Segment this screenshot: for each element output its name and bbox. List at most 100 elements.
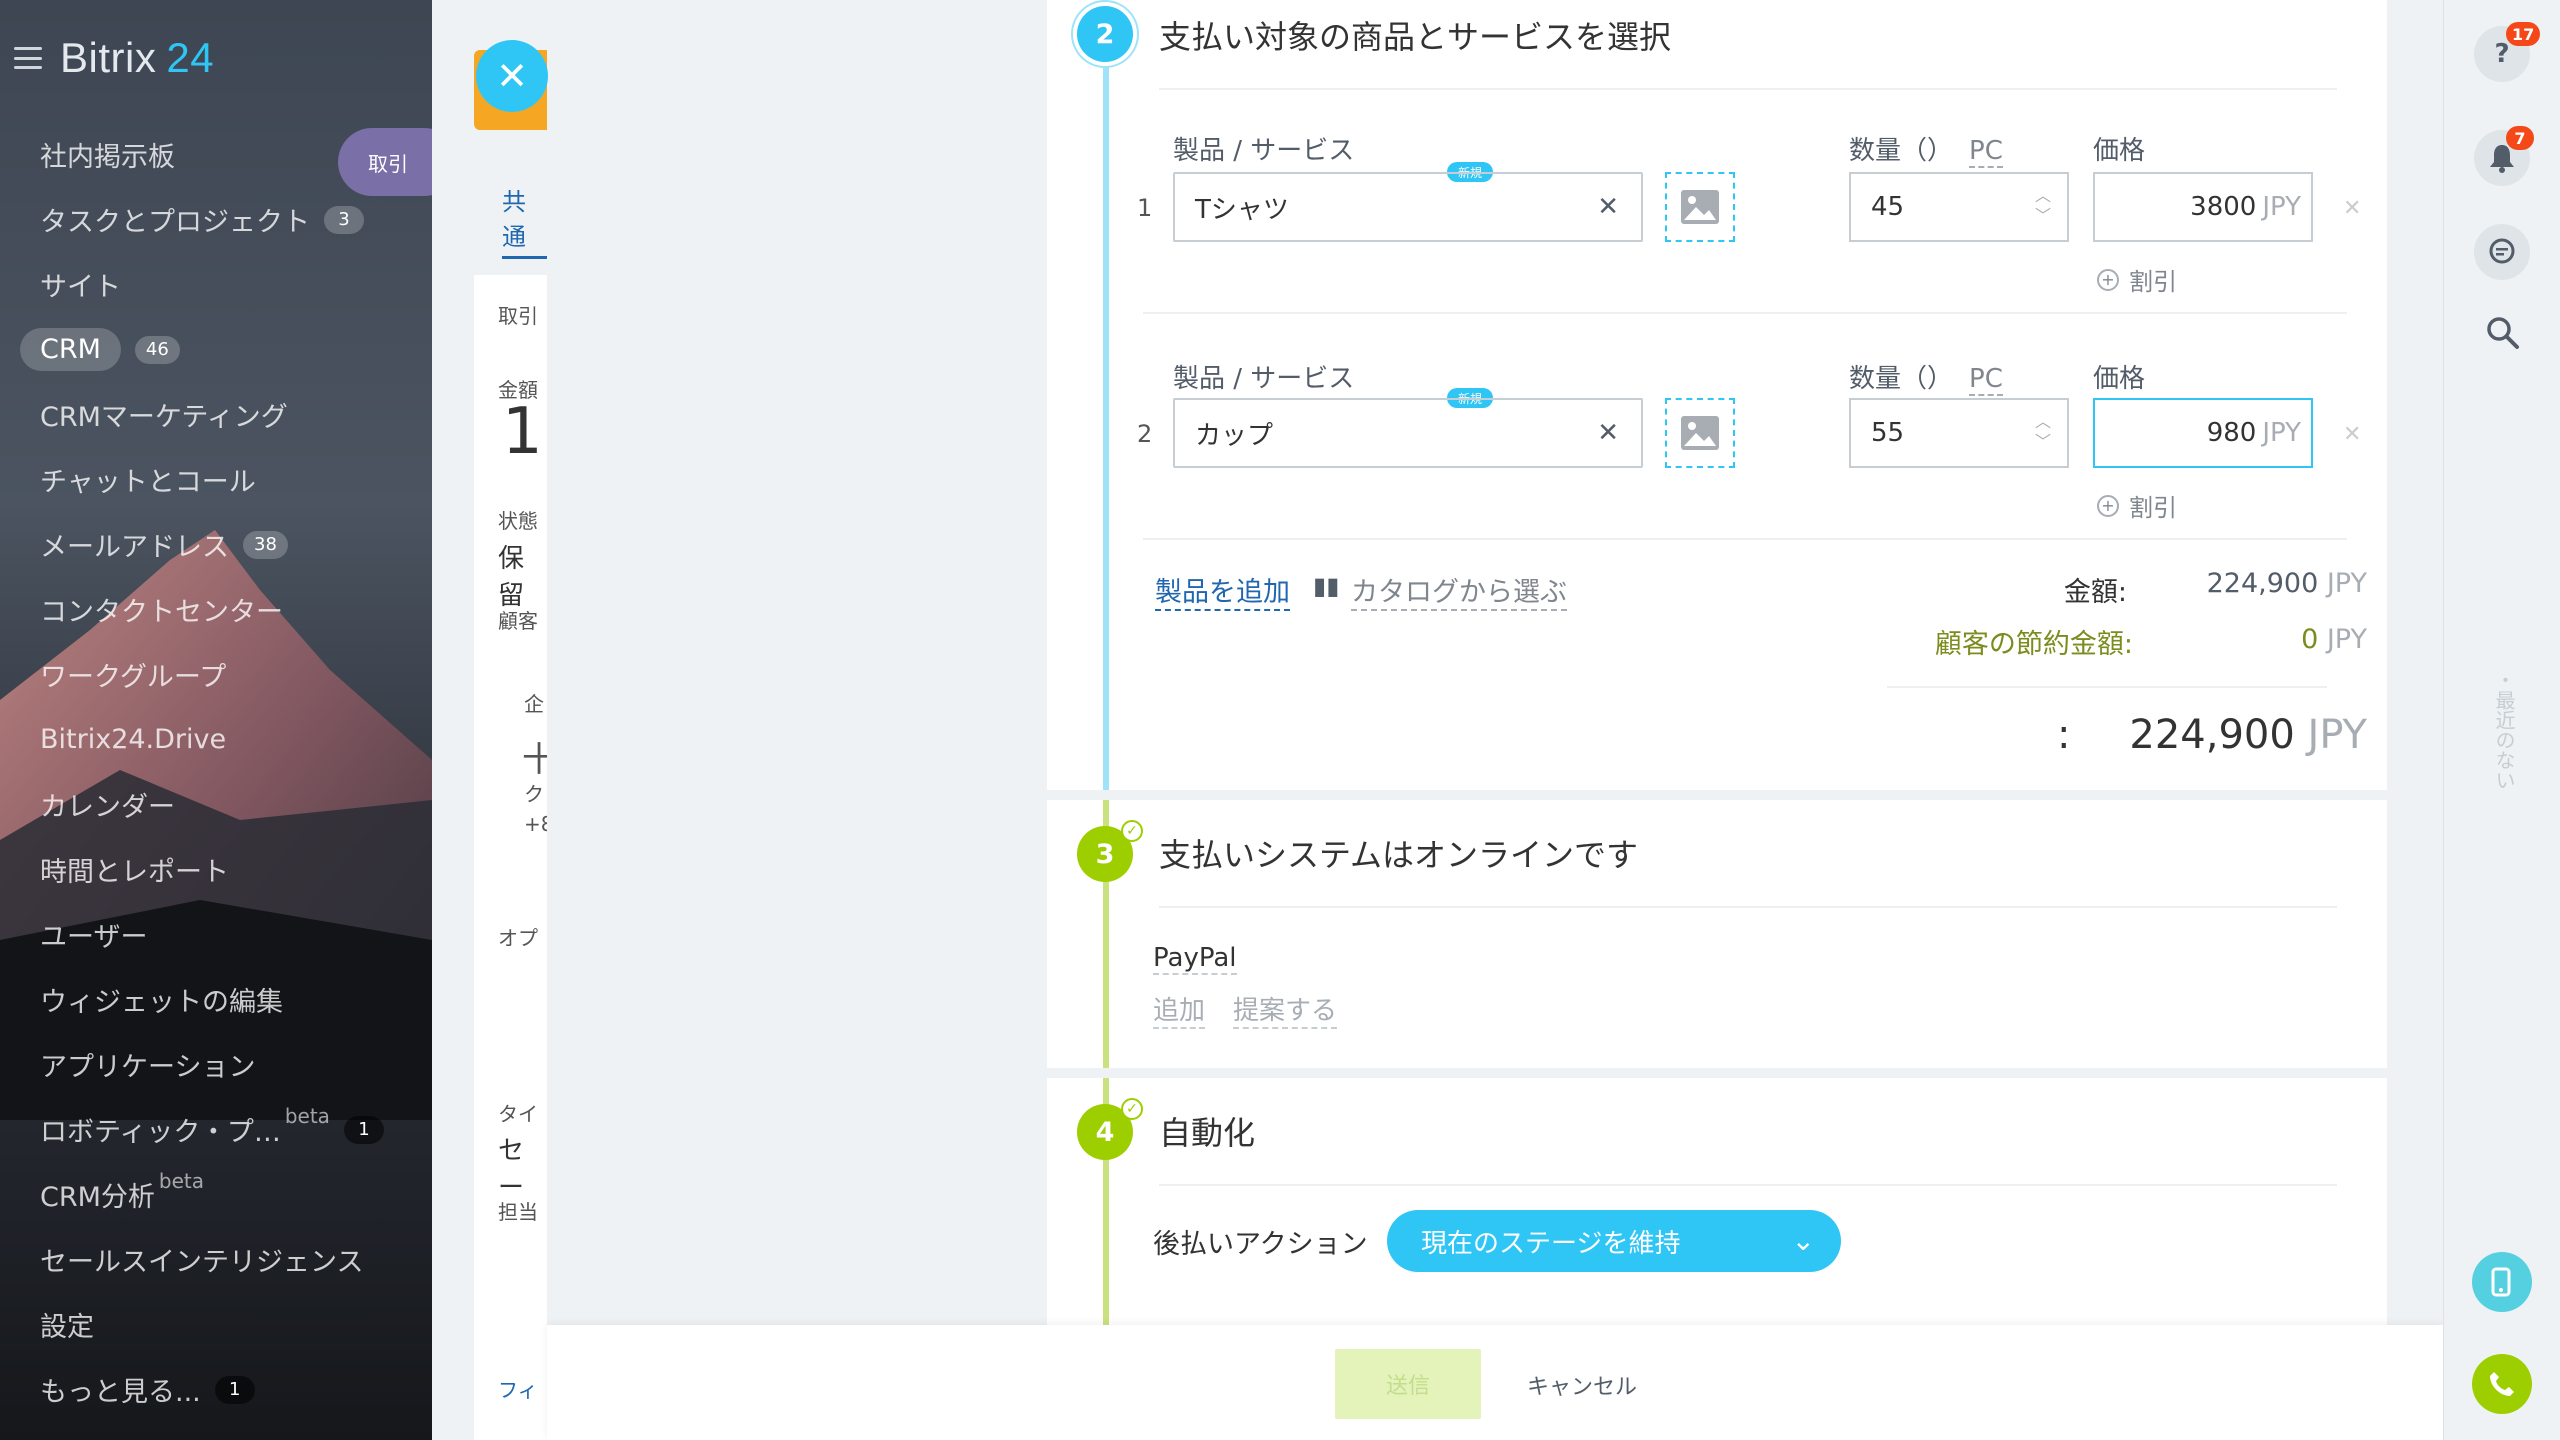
sidebar-item-chat[interactable]: チャットとコール: [40, 447, 384, 512]
section-divider: [1159, 88, 2337, 90]
sidebar-item-rpa[interactable]: ロボティック・プ… beta 1: [40, 1097, 384, 1162]
background-label: オプ: [498, 926, 538, 950]
background-label: 顧客: [498, 609, 538, 633]
totals-divider: [1887, 686, 2327, 688]
menu-burger-icon[interactable]: [14, 47, 42, 69]
clear-product-icon[interactable]: ✕: [1597, 192, 1619, 222]
counter-badge: 46: [134, 335, 180, 364]
sidebar-item-sites[interactable]: サイト: [40, 252, 384, 317]
product-label: 製品 / サービス: [1173, 364, 1355, 394]
sidebar-item-feed[interactable]: 社内掲示板: [40, 122, 384, 187]
search-icon[interactable]: [2486, 316, 2520, 359]
total-colon: :: [2057, 712, 2071, 758]
counter-badge: 1: [214, 1375, 255, 1404]
suggest-payment-link[interactable]: 提案する: [1233, 990, 1338, 1029]
close-slider-button[interactable]: ✕: [476, 40, 548, 112]
product-input[interactable]: カップ ✕: [1173, 398, 1643, 468]
amount-value: 224,900 JPY: [2206, 568, 2367, 599]
phone-handset-icon: [2490, 1372, 2514, 1396]
product-image-placeholder[interactable]: [1665, 172, 1735, 242]
quantity-label: 数量（） PC: [1849, 136, 2003, 168]
notifications-button[interactable]: 7: [2474, 126, 2534, 186]
clear-product-icon[interactable]: ✕: [1597, 418, 1619, 448]
cancel-button[interactable]: キャンセル: [1527, 1369, 1637, 1401]
background-label: +8: [524, 812, 547, 836]
customer-savings-value: 0 JPY: [2301, 624, 2367, 655]
row-divider: [1143, 538, 2347, 540]
section-title: 自動化: [1159, 1114, 1256, 1152]
sidebar-menu: 社内掲示板 タスクとプロジェクト 3 サイト CRM 46 CRMマーケティング チ…: [20, 122, 384, 1422]
unit-selector[interactable]: PC: [1969, 136, 2003, 168]
sidebar-item-mail[interactable]: メールアドレス 38: [40, 512, 384, 577]
row-number: 2: [1137, 420, 1153, 448]
quantity-stepper[interactable]: 45 ︿ ﹀: [1849, 172, 2069, 242]
section-title: 支払いシステムはオンラインです: [1159, 836, 1639, 874]
products-section: 2 支払い対象の商品とサービスを選択 製品 / サービス 数量（） PC 価格 1…: [1047, 0, 2387, 790]
background-label: 状態: [498, 509, 538, 533]
quantity-stepper[interactable]: 55 ︿ ﹀: [1849, 398, 2069, 468]
quantity-label: 数量（） PC: [1849, 364, 2003, 396]
sidebar-item-workgroups[interactable]: ワークグループ: [40, 642, 384, 707]
help-button[interactable]: ? 17: [2474, 22, 2541, 82]
automation-section: 4 ✓ 自動化 後払いアクション 現在のステージを維持 ⌄: [1047, 1078, 2387, 1358]
price-label: 価格: [2093, 136, 2146, 166]
unit-selector[interactable]: PC: [1969, 364, 2003, 396]
telephony-button[interactable]: [2472, 1354, 2532, 1414]
remove-row-icon[interactable]: ✕: [2343, 196, 2361, 221]
section-divider: [1159, 906, 2337, 908]
sidebar-item-crm-analytics[interactable]: CRM分析 beta: [40, 1162, 384, 1227]
add-product-link[interactable]: 製品を追加: [1155, 570, 1290, 611]
sidebar-item-users[interactable]: ユーザー: [40, 902, 384, 967]
sidebar-item-contact-center[interactable]: コンタクトセンター: [40, 577, 384, 642]
discount-toggle[interactable]: + 割引: [2097, 488, 2177, 523]
discount-toggle[interactable]: + 割引: [2097, 262, 2177, 297]
background-label[interactable]: フィ: [498, 1374, 538, 1403]
right-toolbar: ? 17 7 ・最近のない: [2443, 0, 2560, 1440]
post-payment-action-select[interactable]: 現在のステージを維持 ⌄: [1387, 1210, 1841, 1272]
row-number: 1: [1137, 194, 1153, 222]
messenger-button[interactable]: [2474, 224, 2530, 280]
stepper-arrows-icon[interactable]: ︿ ﹀: [2035, 186, 2051, 226]
background-label: 企: [524, 692, 544, 716]
mobile-phone-icon: [2491, 1267, 2511, 1297]
payment-system-section: 3 ✓ 支払いシステムはオンラインです PayPal 追加 提案する: [1047, 800, 2387, 1068]
sidebar-item-widgets[interactable]: ウィジェットの編集: [40, 967, 384, 1032]
mobile-app-button[interactable]: [2472, 1252, 2532, 1312]
image-icon: [1681, 190, 1719, 224]
sidebar-item-more[interactable]: もっと見る... 1: [40, 1357, 384, 1422]
sidebar-item-time-reports[interactable]: 時間とレポート: [40, 837, 384, 902]
choose-from-catalog-link[interactable]: カタログから選ぶ: [1351, 570, 1567, 611]
step-line: [1103, 40, 1109, 790]
sidebar-item-drive[interactable]: Bitrix24.Drive: [40, 707, 384, 772]
checkmark-icon: ✓: [1121, 1098, 1143, 1120]
background-tab[interactable]: 共通: [502, 182, 547, 259]
bitrix24-logo[interactable]: Bitrix 24: [60, 34, 214, 82]
add-payment-link[interactable]: 追加: [1153, 990, 1206, 1029]
sidebar-item-tasks[interactable]: タスクとプロジェクト 3: [40, 187, 384, 252]
sidebar-item-crm-marketing[interactable]: CRMマーケティング: [40, 382, 384, 447]
sidebar-item-crm[interactable]: CRM 46: [20, 317, 384, 382]
background-amount: 10: [502, 395, 547, 469]
sidebar-item-calendar[interactable]: カレンダー: [40, 772, 384, 837]
sidebar-item-applications[interactable]: アプリケーション: [40, 1032, 384, 1097]
sidebar-item-sales-intelligence[interactable]: セールスインテリジェンス: [40, 1227, 384, 1292]
send-button[interactable]: 送信: [1335, 1349, 1481, 1419]
amount-label: 金額:: [2063, 577, 2127, 608]
background-deal-page: 共通 取引 金額 10 状態 保留 顧客 企 十 ク +8 オプ タイ セー 担…: [432, 0, 547, 1440]
product-input[interactable]: Tシャツ ✕: [1173, 172, 1643, 242]
sidebar-item-settings[interactable]: 設定: [40, 1292, 384, 1357]
catalog-book-icon: ▮▮: [1313, 572, 1340, 600]
stepper-arrows-icon[interactable]: ︿ ﹀: [2035, 412, 2051, 452]
product-image-placeholder[interactable]: [1665, 398, 1735, 468]
slider-footer: 送信 キャンセル: [547, 1325, 2443, 1440]
paypal-system-link[interactable]: PayPal: [1153, 943, 1237, 975]
beta-tag: beta: [284, 1103, 330, 1128]
remove-row-icon[interactable]: ✕: [2343, 422, 2361, 447]
logo-row: Bitrix 24: [14, 30, 214, 86]
price-input[interactable]: 3800 JPY: [2093, 172, 2313, 242]
beta-tag: beta: [158, 1168, 205, 1193]
counter-badge: 3: [324, 205, 364, 234]
payment-slider-panel: 2 支払い対象の商品とサービスを選択 製品 / サービス 数量（） PC 価格 1…: [547, 0, 2443, 1440]
plus-circle-icon: +: [2097, 494, 2119, 517]
price-input[interactable]: 980 JPY: [2093, 398, 2313, 468]
